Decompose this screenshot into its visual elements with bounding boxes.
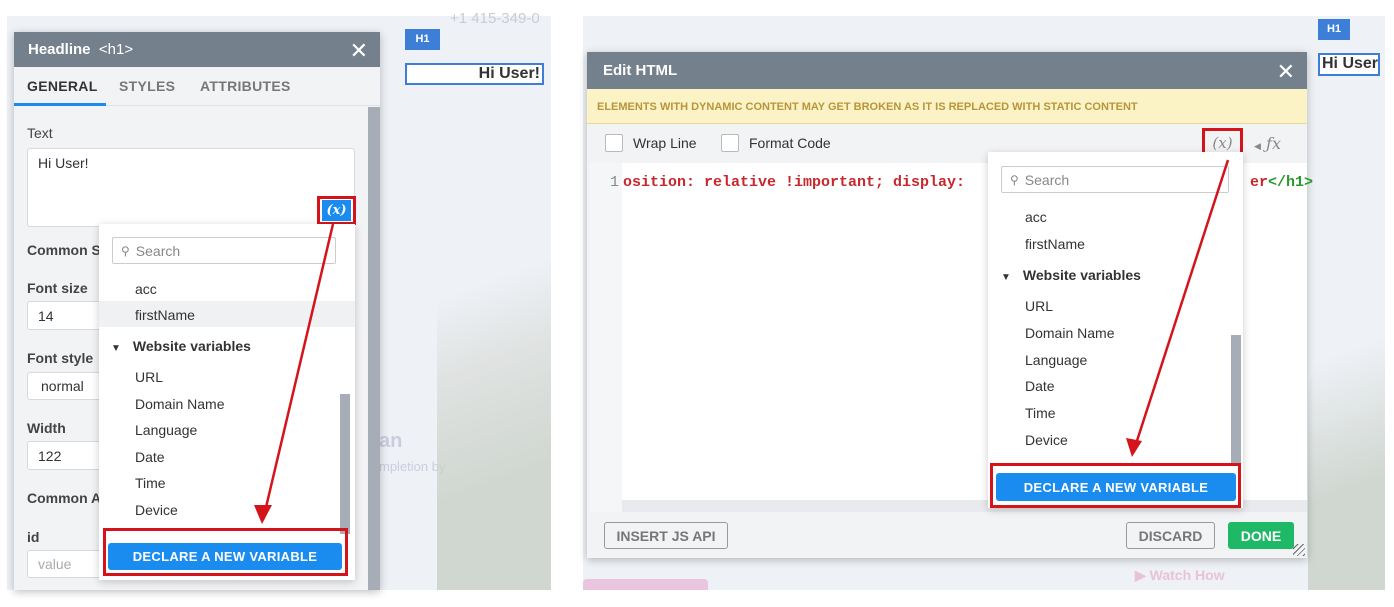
arrow-right [1132, 159, 1230, 451]
arrowhead-icon [1126, 438, 1142, 457]
annotation-arrows [254, 159, 1230, 524]
arrow-left [261, 223, 335, 521]
arrowhead-icon [254, 505, 272, 524]
